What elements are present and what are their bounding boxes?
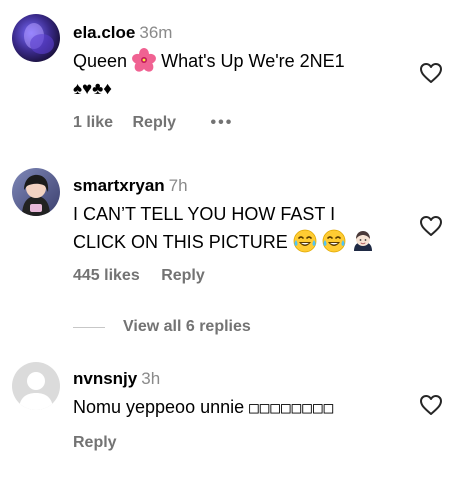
replies-divider <box>73 326 105 328</box>
username[interactable]: smartxryan <box>73 176 165 195</box>
comment-text: I CAN’T TELL YOU HOW FAST I <box>73 204 336 224</box>
comment-text-continued: What's Up We're 2NE1 <box>161 51 345 71</box>
timestamp: 7h <box>168 176 188 195</box>
unrendered-characters: □□□□□□□□ <box>249 398 335 417</box>
like-count[interactable]: 1 like <box>73 113 113 133</box>
timestamp: 36m <box>139 23 173 42</box>
avatar[interactable] <box>12 362 60 410</box>
comment-text: Queen <box>73 51 128 71</box>
more-horizontal-icon[interactable]: ••• <box>211 113 234 133</box>
comment-text-continued: CLICK ON THIS PICTURE <box>73 232 288 252</box>
like-count[interactable]: 445 likes <box>73 266 140 286</box>
username[interactable]: ela.cloe <box>73 23 135 42</box>
view-replies-button[interactable]: View all 6 replies <box>73 316 251 338</box>
comment-text: Nomu yeppeoo unnie <box>73 397 245 417</box>
face-with-tears-of-joy-emoji <box>293 229 317 253</box>
reply-button[interactable]: Reply <box>132 113 176 133</box>
heart-outline-icon[interactable] <box>419 215 443 237</box>
card-suits-text: ♠♥♣♦ <box>73 79 112 98</box>
heart-outline-icon[interactable] <box>419 62 443 84</box>
timestamp: 3h <box>141 369 161 388</box>
hibiscus-emoji <box>132 48 156 72</box>
heart-outline-icon[interactable] <box>419 394 443 416</box>
reply-button[interactable]: Reply <box>73 433 117 453</box>
username[interactable]: nvnsnjy <box>73 369 137 388</box>
avatar[interactable] <box>12 168 60 216</box>
avatar[interactable] <box>12 14 60 62</box>
person-emoji <box>351 229 375 253</box>
view-replies-label[interactable]: View all 6 replies <box>123 318 251 336</box>
face-with-tears-of-joy-emoji <box>322 229 346 253</box>
reply-button[interactable]: Reply <box>161 266 205 286</box>
